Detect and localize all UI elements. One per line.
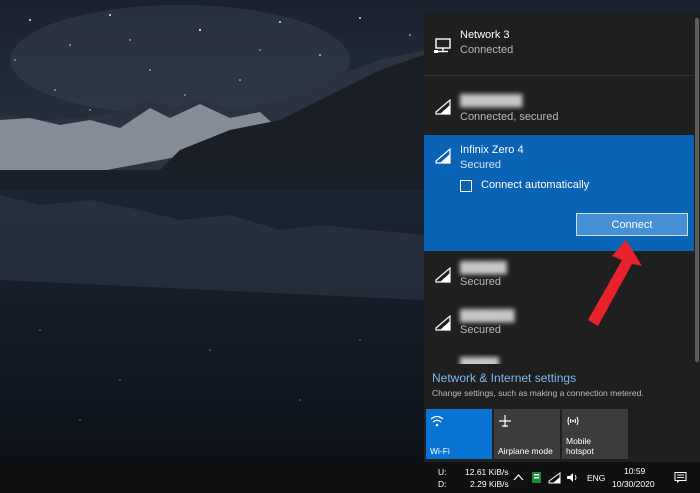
network-status: Secured xyxy=(460,276,501,288)
wifi-status-icon[interactable] xyxy=(548,471,561,484)
wifi-tile[interactable]: Wi-Fi xyxy=(426,409,492,459)
connect-automatically-label: Connect automatically xyxy=(481,179,590,191)
divider xyxy=(424,75,694,76)
scrollbar[interactable] xyxy=(695,18,699,362)
network-name: Infinix Zero 4 xyxy=(460,144,524,156)
wifi-signal-icon xyxy=(435,147,451,164)
airplane-mode-tile[interactable]: Airplane mode xyxy=(494,409,560,459)
network-flyout: Network 3 Connected ████████ Connected, … xyxy=(424,14,700,462)
wifi-signal-icon xyxy=(435,314,451,331)
ethernet-icon xyxy=(434,38,451,53)
clock-time[interactable]: 10:59 xyxy=(624,466,645,476)
wifi-signal-icon xyxy=(435,98,451,115)
download-speed: 2.29 KiB/s xyxy=(470,479,509,489)
network-item-selected[interactable]: Infinix Zero 4 Secured Connect automatic… xyxy=(424,135,694,251)
network-status: Secured xyxy=(460,324,501,336)
network-status: Connected, secured xyxy=(460,111,559,123)
volume-icon[interactable] xyxy=(566,471,579,484)
network-name: Network 3 xyxy=(460,29,510,41)
wifi-signal-icon xyxy=(435,266,451,283)
settings-description: Change settings, such as making a connec… xyxy=(432,388,644,398)
network-item-wifi[interactable]: █████ xyxy=(424,354,694,364)
hotspot-icon xyxy=(567,416,579,426)
network-item-wifi[interactable]: ██████ Secured xyxy=(424,252,694,302)
notification-center-icon[interactable] xyxy=(674,471,687,484)
network-name: ███████ xyxy=(460,310,515,322)
connect-button[interactable]: Connect xyxy=(576,213,688,236)
upload-speed: 12.61 KiB/s xyxy=(465,467,509,477)
connect-automatically-checkbox[interactable] xyxy=(460,180,472,192)
network-item-wifi[interactable]: ███████ Secured xyxy=(424,304,694,354)
taskbar: U: D: 12.61 KiB/s 2.29 KiB/s ENG 10:59 1… xyxy=(0,462,700,493)
network-name: █████ xyxy=(460,358,499,364)
clock-date[interactable]: 10/30/2020 xyxy=(612,479,655,489)
mobile-hotspot-tile[interactable]: Mobile hotspot xyxy=(562,409,628,459)
wifi-icon xyxy=(430,415,444,427)
network-name: ████████ xyxy=(460,95,523,107)
tile-label: Mobile hotspot xyxy=(566,436,594,456)
tile-label: Airplane mode xyxy=(498,446,553,456)
airplane-icon xyxy=(499,415,511,427)
network-item-ethernet[interactable]: Network 3 Connected xyxy=(424,14,694,72)
language-indicator[interactable]: ENG xyxy=(587,473,605,483)
network-status: Connected xyxy=(460,44,514,56)
network-item-wifi[interactable]: ████████ Connected, secured xyxy=(424,86,694,134)
annotation-arrow-icon xyxy=(588,240,642,326)
network-settings-section: Network & Internet settings Change setti… xyxy=(432,371,644,398)
chevron-up-icon[interactable] xyxy=(512,471,525,484)
network-status: Secured xyxy=(460,159,501,171)
network-name: ██████ xyxy=(460,262,507,274)
upload-label: U: xyxy=(438,467,447,477)
network-internet-settings-link[interactable]: Network & Internet settings xyxy=(432,371,644,385)
download-label: D: xyxy=(438,479,447,489)
app-tray-icon[interactable] xyxy=(530,471,543,484)
tile-label: Wi-Fi xyxy=(430,446,450,456)
